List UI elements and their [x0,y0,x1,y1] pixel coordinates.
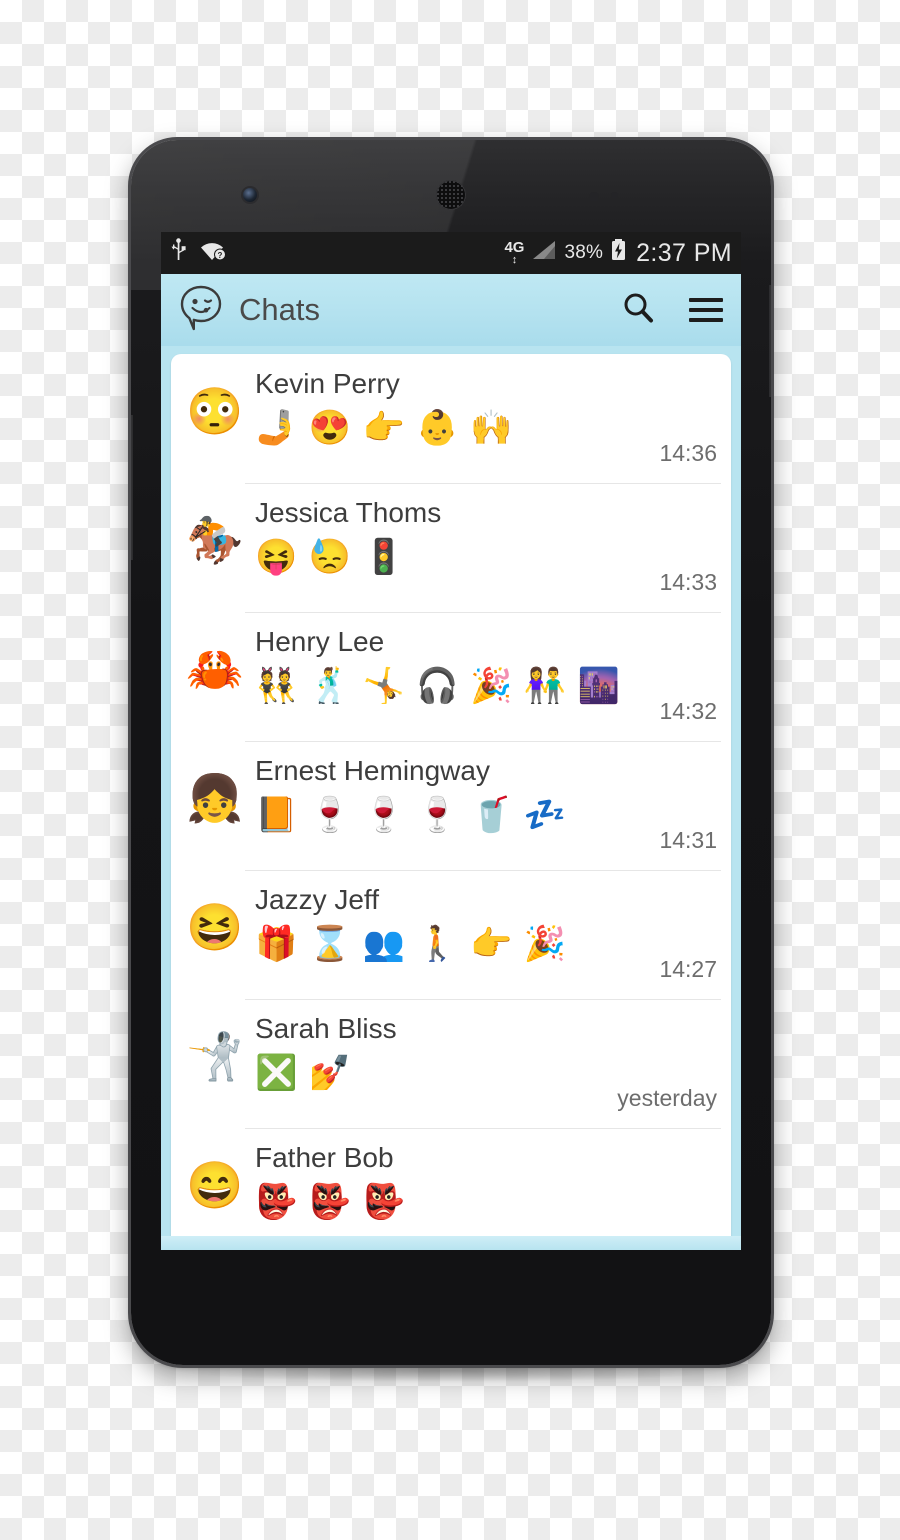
chat-preview-message: ❎ 💅 [255,1054,353,1093]
screen-bottom-edge [161,1236,741,1250]
flushed-face-avatar: 😳 [186,385,244,437]
chat-list[interactable]: 😳 Kevin Perry 🤳 😍 👉 👶 🙌 14:36 🏇 Jessica … [171,354,731,1240]
status-bar: ? 4G ↕ 38% 2:37 PM [161,232,741,274]
light-sensor-icon [611,192,618,199]
hamburger-menu-icon[interactable] [689,298,723,322]
chat-list-item[interactable]: 👧 Ernest Hemingway 📙 🍷 🍷 🍷 🥤 💤 14:31 [171,741,731,870]
chat-preview-message: 📙 🍷 🍷 🍷 🥤 💤 [255,796,568,835]
winking-smiley-bubble-icon[interactable] [179,284,223,337]
wifi-question-icon: ? [199,238,227,268]
battery-charging-icon [610,238,627,268]
chat-preview-message: 😝 😓 🚦 [255,538,406,577]
phone-screen: ? 4G ↕ 38% 2:37 PM Chats 😳 Kevin Perry 🤳… [161,232,741,1250]
chat-list-item[interactable]: 🤺 Sarah Bliss ❎ 💅 yesterday [171,999,731,1128]
page-title: Chats [239,292,320,327]
chat-list-item[interactable]: 🦀 Henry Lee 👯 🕺 🤸 🎧 🎉 👫 🌆 14:32 [171,612,731,741]
svg-text:?: ? [218,251,223,260]
chat-preview-message: 🎁 ⌛ 👥 🚶 👉 🎉 [255,925,568,964]
chat-list-item[interactable]: 😆 Jazzy Jeff 🎁 ⌛ 👥 🚶 👉 🎉 14:27 [171,870,731,999]
crab-avatar: 🦀 [186,643,244,695]
smartphone-device-frame: ? 4G ↕ 38% 2:37 PM Chats 😳 Kevin Perry 🤳… [131,140,771,1365]
app-bar: Chats [161,274,741,346]
red-haired-girl-avatar: 👧 [186,772,244,824]
chat-preview-message: 🤳 😍 👉 👶 🙌 [255,409,514,448]
smiling-face-avatar: 😄 [186,1159,244,1211]
chat-timestamp: 14:33 [659,569,717,595]
chat-contact-name: Sarah Bliss [255,1013,397,1044]
chat-preview-message: 👺 👺 👺 [255,1183,406,1222]
chat-contact-name: Kevin Perry [255,368,400,399]
search-icon[interactable] [621,291,655,330]
chat-contact-name: Henry Lee [255,626,385,657]
earpiece-speaker [436,180,466,210]
chat-list-item[interactable]: 🏇 Jessica Thoms 😝 😓 🚦 14:33 [171,483,731,612]
signal-triangle-icon [531,239,557,267]
chat-timestamp: yesterday [617,1085,717,1111]
chat-list-item[interactable]: 😄 Father Bob 👺 👺 👺 [171,1128,731,1240]
power-button[interactable] [769,285,771,397]
battery-percent-label: 38% [564,242,604,263]
grinning-squinting-face-avatar: 😆 [186,901,244,953]
status-bar-clock: 2:37 PM [636,238,732,267]
chat-timestamp: 14:32 [659,698,717,724]
chat-contact-name: Father Bob [255,1142,394,1173]
chat-timestamp: 14:31 [659,827,717,853]
samurai-fencer-avatar: 🤺 [186,1030,244,1082]
horse-racing-avatar: 🏇 [186,514,244,566]
usb-icon [170,238,187,268]
chat-timestamp: 14:36 [659,440,717,466]
network-type-indicator: 4G ↕ [504,239,525,266]
chat-contact-name: Jazzy Jeff [255,884,379,915]
chat-preview-message: 👯 🕺 🤸 🎧 🎉 👫 🌆 [255,667,622,706]
proximity-sensor-icon [589,192,599,202]
chat-contact-name: Jessica Thoms [255,497,442,528]
chat-contact-name: Ernest Hemingway [255,755,490,786]
chat-timestamp: 14:27 [659,956,717,982]
front-camera [243,188,257,202]
volume-rocker-button[interactable] [131,415,133,560]
chat-list-item[interactable]: 😳 Kevin Perry 🤳 😍 👉 👶 🙌 14:36 [171,354,731,483]
